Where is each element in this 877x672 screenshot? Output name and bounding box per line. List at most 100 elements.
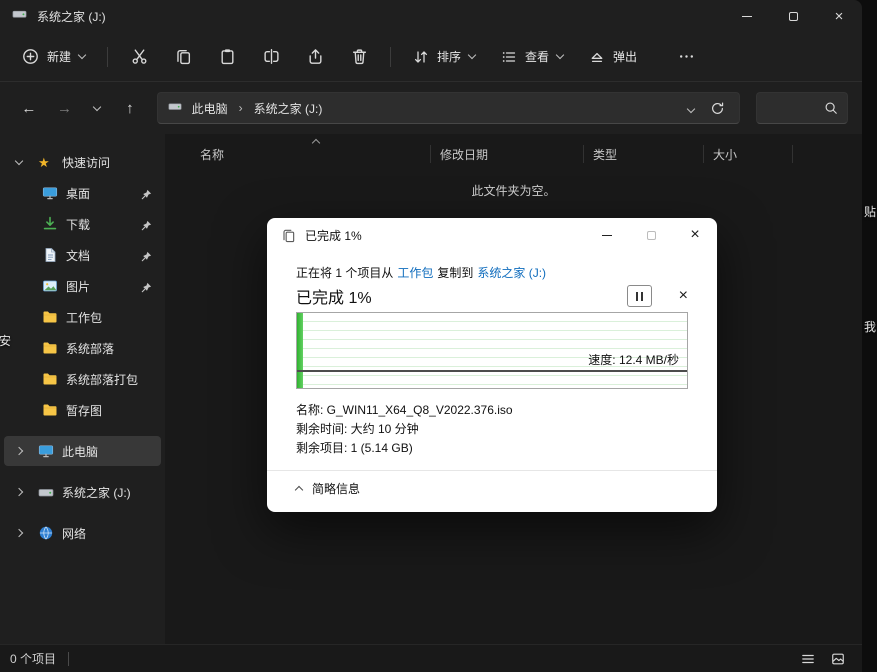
chevron-down-icon (687, 105, 695, 113)
drive-icon (168, 99, 182, 118)
folder-icon (42, 402, 66, 418)
destination-drive-link[interactable]: 系统之家 (J:) (477, 264, 546, 281)
chevron-down-icon (468, 51, 476, 59)
desktop-icon-label-fragment: 贴 (864, 203, 876, 220)
items-remaining-line: 剩余项目: 1 (5.14 GB) (296, 439, 513, 458)
chevron-right-icon[interactable] (16, 530, 38, 536)
pin-icon (141, 249, 152, 267)
toolbar-divider (107, 47, 108, 67)
copy-operation-icon (281, 228, 296, 243)
more-options-button[interactable] (665, 40, 707, 74)
pause-icon (636, 292, 638, 301)
share-button[interactable] (294, 40, 336, 74)
column-divider[interactable] (583, 145, 584, 163)
fewer-details-toggle[interactable]: 简略信息 (296, 480, 360, 497)
file-name-line: 名称: G_WIN11_X64_Q8_V2022.376.iso (296, 401, 513, 420)
minimize-icon (602, 235, 612, 236)
sidebar-item-drive[interactable]: 系统之家 (J:) (4, 477, 161, 507)
breadcrumb-separator-icon: › (238, 101, 244, 115)
sidebar-item-pictures[interactable]: 图片 (4, 271, 161, 301)
folder-icon (42, 340, 66, 356)
sidebar-item-folder[interactable]: 暂存图 (4, 395, 161, 425)
ellipsis-icon (678, 48, 695, 65)
up-button[interactable]: ↑ (115, 93, 145, 123)
item-count: 0 个项目 (10, 650, 56, 667)
chevron-down-icon[interactable] (16, 161, 38, 164)
breadcrumb-current-drive[interactable]: 系统之家 (J:) (248, 98, 329, 119)
sort-label: 排序 (437, 48, 461, 65)
back-arrow-icon: ← (21, 100, 36, 117)
refresh-icon (710, 101, 725, 116)
close-icon: × (690, 227, 699, 243)
sidebar-item-folder[interactable]: 系统部落 (4, 333, 161, 363)
sidebar-item-this-pc[interactable]: 此电脑 (4, 436, 161, 466)
chevron-right-icon[interactable] (16, 448, 38, 454)
sidebar-item-folder[interactable]: 工作包 (4, 302, 161, 332)
sidebar-item-folder[interactable]: 系统部落打包 (4, 364, 161, 394)
new-button[interactable]: 新建 (10, 40, 97, 74)
search-box[interactable] (756, 92, 848, 124)
column-header-name[interactable]: 名称 (200, 146, 224, 163)
address-bar[interactable]: 此电脑 › 系统之家 (J:) (157, 92, 740, 124)
sort-ascending-indicator (312, 139, 320, 147)
close-button[interactable]: × (816, 0, 862, 32)
progress-heading: 已完成 1% (296, 284, 372, 308)
search-input[interactable] (766, 101, 824, 115)
forward-button[interactable]: → (50, 93, 80, 123)
eject-button[interactable]: 弹出 (577, 40, 649, 74)
cut-button[interactable] (118, 40, 160, 74)
dialog-divider (267, 470, 717, 471)
delete-button[interactable] (338, 40, 380, 74)
eject-label: 弹出 (613, 48, 637, 65)
maximize-button[interactable] (770, 0, 816, 32)
chevron-right-icon[interactable] (16, 489, 38, 495)
sidebar-item-quick-access[interactable]: ★ 快速访问 (4, 147, 161, 177)
details-view-icon (801, 652, 815, 666)
transfer-speed-chart: 速度: 12.4 MB/秒 (296, 312, 688, 389)
rename-button[interactable] (250, 40, 292, 74)
sidebar-item-documents[interactable]: 文档 (4, 240, 161, 270)
chevron-down-icon (78, 51, 86, 59)
sidebar-item-desktop[interactable]: 桌面 (4, 178, 161, 208)
column-divider[interactable] (703, 145, 704, 163)
dialog-minimize-button[interactable] (585, 218, 629, 252)
refresh-button[interactable] (710, 101, 725, 116)
pause-button[interactable] (627, 285, 652, 307)
breadcrumb-this-pc[interactable]: 此电脑 (186, 98, 234, 119)
rename-icon (263, 48, 280, 65)
status-bar: 0 个项目 (0, 644, 862, 672)
paste-icon (219, 48, 236, 65)
folder-icon (42, 371, 66, 387)
sidebar-item-network[interactable]: 网络 (4, 518, 161, 548)
dialog-close-button[interactable]: × (673, 218, 717, 252)
up-arrow-icon: ↑ (126, 100, 134, 117)
back-button[interactable]: ← (14, 93, 44, 123)
window-title: 系统之家 (J:) (37, 8, 106, 25)
recent-locations-button[interactable] (85, 93, 109, 123)
thumbnails-view-button[interactable] (826, 649, 850, 669)
close-icon: × (835, 9, 844, 24)
desktop-icon (42, 185, 66, 201)
dialog-maximize-button[interactable] (629, 218, 673, 252)
pin-icon (141, 187, 152, 205)
column-header-date-modified[interactable]: 修改日期 (440, 146, 488, 163)
column-headers: 名称 修改日期 类型 大小 (165, 142, 862, 166)
sidebar-item-downloads[interactable]: 下载 (4, 209, 161, 239)
cancel-copy-button[interactable]: × (679, 288, 688, 304)
minimize-button[interactable] (724, 0, 770, 32)
chevron-down-icon (93, 102, 101, 110)
document-icon (42, 247, 66, 263)
paste-button[interactable] (206, 40, 248, 74)
column-header-size[interactable]: 大小 (713, 146, 737, 163)
thumbnails-view-icon (831, 652, 845, 666)
view-button[interactable]: 查看 (489, 40, 575, 74)
details-view-button[interactable] (796, 649, 820, 669)
address-dropdown-button[interactable] (688, 99, 694, 117)
column-divider[interactable] (430, 145, 431, 163)
source-folder-link[interactable]: 工作包 (397, 264, 433, 281)
column-header-type[interactable]: 类型 (593, 146, 617, 163)
sort-button[interactable]: 排序 (401, 40, 487, 74)
pin-icon (141, 218, 152, 236)
copy-button[interactable] (162, 40, 204, 74)
column-divider[interactable] (792, 145, 793, 163)
